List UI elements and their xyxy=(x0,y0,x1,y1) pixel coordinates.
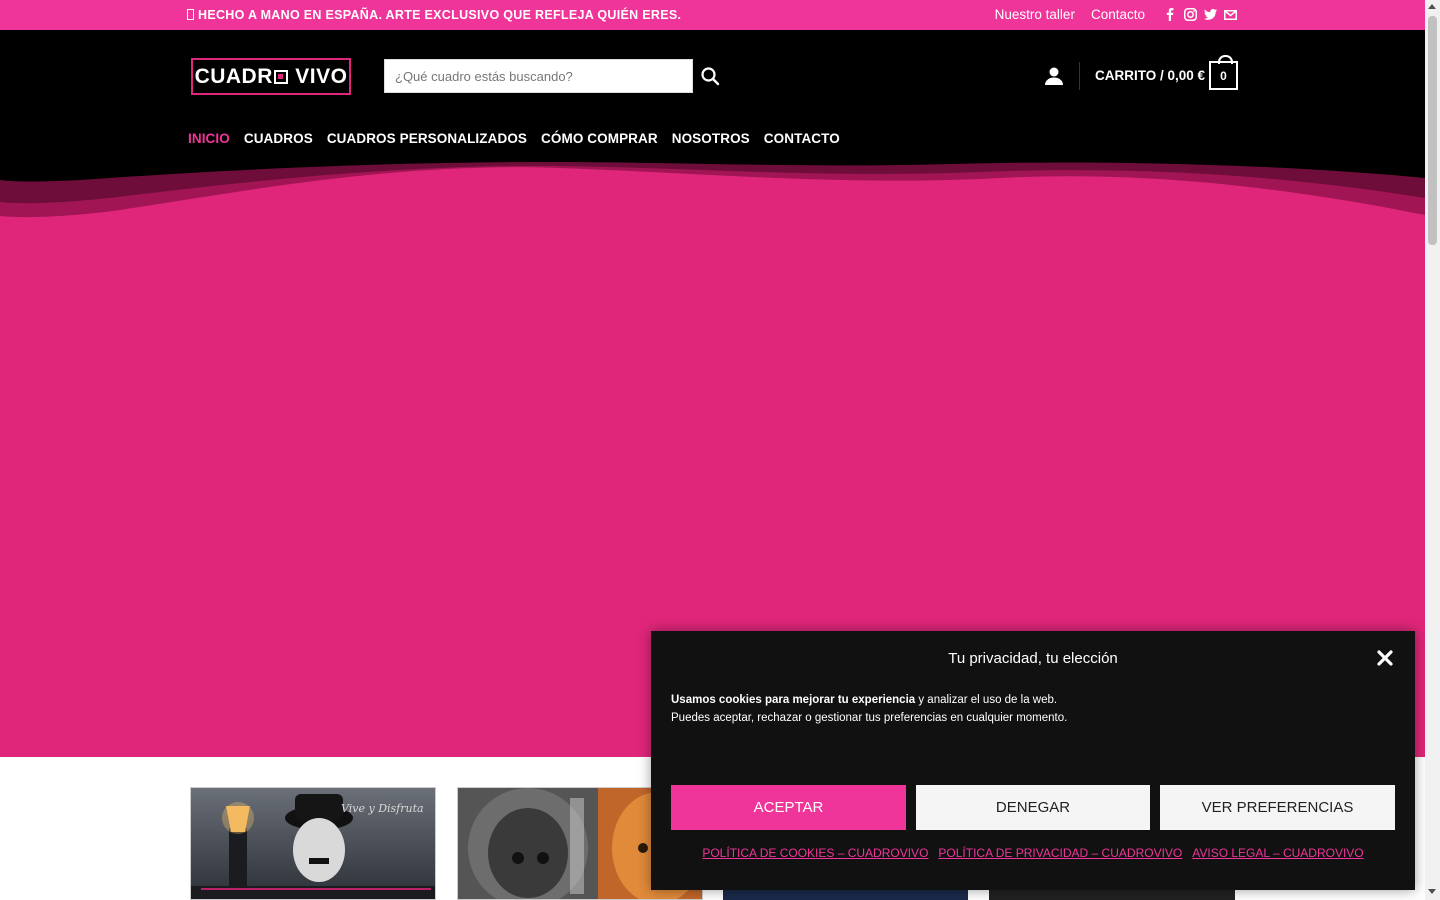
nav-item-nosotros[interactable]: NOSOTROS xyxy=(672,131,750,146)
legal-notice-link[interactable]: AVISO LEGAL – CUADROVIVO xyxy=(1192,846,1363,860)
hero-wave-decoration xyxy=(0,160,1425,230)
logo-square-icon xyxy=(273,69,288,84)
cookie-policy-link[interactable]: POLÍTICA DE COOKIES – CUADROVIVO xyxy=(702,846,928,860)
top-links: Nuestro taller Contacto xyxy=(979,7,1237,22)
cookie-message-rest: y analizar el uso de la web. xyxy=(915,694,1058,706)
cookie-message: Usamos cookies para mejorar tu experienc… xyxy=(671,691,1067,727)
header-divider xyxy=(1079,62,1080,90)
facebook-icon[interactable] xyxy=(1163,8,1177,22)
twitter-icon[interactable] xyxy=(1203,8,1217,22)
link-contacto-top[interactable]: Contacto xyxy=(1091,7,1145,22)
cookie-policy-links: POLÍTICA DE COOKIES – CUADROVIVO POLÍTIC… xyxy=(651,846,1415,860)
scroll-down-icon[interactable] xyxy=(1428,889,1436,894)
logo-text: CUADR VIVO xyxy=(194,64,348,88)
product-thumbnail-caption: Vive y Disfruta xyxy=(341,802,424,815)
site-header: CUADR VIVO CARRITO / 0,00 € 0 INICIO CUA… xyxy=(0,30,1425,160)
search-icon[interactable] xyxy=(700,66,720,86)
top-announcement-bar: HECHO A MANO EN ESPAÑA. ARTE EXCLUSIVO Q… xyxy=(0,0,1425,30)
instagram-icon[interactable] xyxy=(1183,8,1197,22)
main-nav: INICIO CUADROS CUADROS PERSONALIZADOS CÓ… xyxy=(188,131,854,146)
nav-item-cuadros-personalizados[interactable]: CUADROS PERSONALIZADOS xyxy=(327,131,527,146)
site-logo[interactable]: CUADR VIVO xyxy=(191,58,351,95)
cookie-title: Tu privacidad, tu elección xyxy=(948,650,1118,667)
accept-cookies-button[interactable]: ACEPTAR xyxy=(671,785,906,830)
account-icon[interactable] xyxy=(1044,66,1064,86)
cart-count-badge[interactable]: 0 xyxy=(1209,55,1238,90)
view-preferences-button[interactable]: VER PREFERENCIAS xyxy=(1160,785,1395,830)
privacy-policy-link[interactable]: POLÍTICA DE PRIVACIDAD – CUADROVIVO xyxy=(938,846,1182,860)
cookie-message-bold: Usamos cookies para mejorar tu experienc… xyxy=(671,694,916,706)
handmade-icon xyxy=(187,9,194,20)
social-icons xyxy=(1157,8,1237,22)
nav-item-contacto[interactable]: CONTACTO xyxy=(764,131,840,146)
nav-item-cuadros[interactable]: CUADROS xyxy=(244,131,313,146)
product-thumbnail-1[interactable]: Vive y Disfruta xyxy=(190,787,436,900)
cookie-consent-dialog: Tu privacidad, tu elección Usamos cookie… xyxy=(651,631,1415,890)
search-input[interactable] xyxy=(385,60,692,92)
cookie-message-line2: Puedes aceptar, rechazar o gestionar tus… xyxy=(671,712,1068,724)
nav-item-inicio[interactable]: INICIO xyxy=(188,131,230,146)
email-icon[interactable] xyxy=(1223,8,1237,22)
nav-item-como-comprar[interactable]: CÓMO COMPRAR xyxy=(541,131,658,146)
close-icon[interactable] xyxy=(1376,649,1394,667)
page-scrollbar[interactable] xyxy=(1425,0,1440,900)
link-nuestro-taller[interactable]: Nuestro taller xyxy=(995,7,1075,22)
search-box xyxy=(384,59,693,93)
cart-link[interactable]: CARRITO / 0,00 € xyxy=(1095,68,1205,83)
scrollbar-thumb[interactable] xyxy=(1428,16,1437,245)
deny-cookies-button[interactable]: DENEGAR xyxy=(916,785,1150,830)
scroll-up-icon[interactable] xyxy=(1428,4,1436,9)
promo-text-wrapper: HECHO A MANO EN ESPAÑA. ARTE EXCLUSIVO Q… xyxy=(187,8,681,22)
promo-text: HECHO A MANO EN ESPAÑA. ARTE EXCLUSIVO Q… xyxy=(198,8,682,22)
